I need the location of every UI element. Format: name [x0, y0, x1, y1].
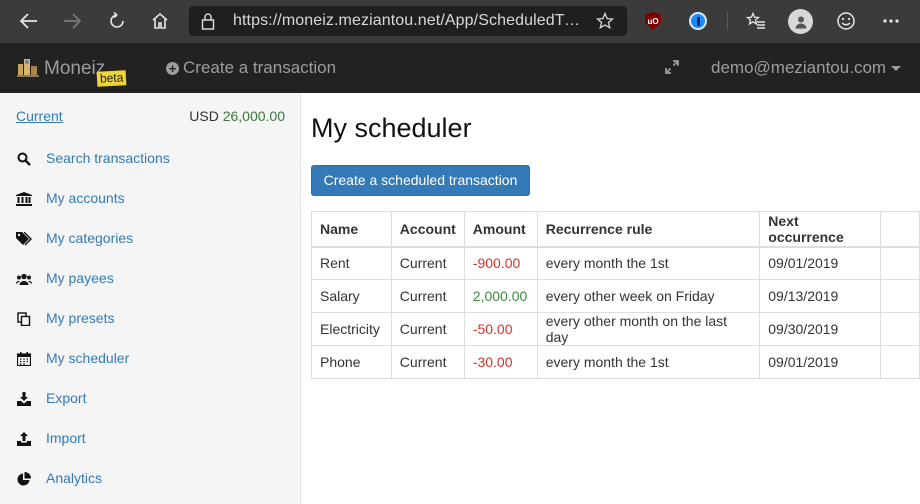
create-transaction-label: Create a transaction [183, 58, 337, 77]
sidebar-item-label: Import [46, 430, 86, 446]
balance-currency: USD [189, 108, 219, 124]
cell-name: Phone [311, 345, 392, 379]
column-header-amount: Amount [463, 211, 538, 248]
table-row[interactable]: Salary Current 2,000.00 every other week… [311, 279, 920, 313]
cell-name: Salary [311, 279, 392, 313]
cell-next-occurrence: 09/01/2019 [759, 345, 882, 379]
cell-name: Rent [311, 246, 392, 280]
sidebar-item-my-payees[interactable]: My payees [0, 259, 300, 299]
scheduled-transactions-table: Name Account Amount Recurrence rule Next… [311, 211, 920, 379]
calendar-icon [16, 351, 32, 367]
sidebar-item-search-transactions[interactable]: Search transactions [0, 139, 300, 179]
table-header-row: Name Account Amount Recurrence rule Next… [311, 211, 920, 248]
sidebar-item-label: My presets [46, 310, 115, 326]
cell-amount: -900.00 [463, 246, 538, 280]
cell-next-occurrence: 09/30/2019 [759, 312, 882, 346]
lock-icon[interactable] [201, 12, 215, 30]
cell-recurrence-rule: every month the 1st [536, 246, 761, 280]
column-header-account: Account [390, 211, 465, 248]
sidebar-item-my-scheduler[interactable]: My scheduler [0, 339, 300, 379]
current-account-link[interactable]: Current [16, 108, 63, 124]
cell-recurrence-rule: every month the 1st [536, 345, 761, 379]
cell-amount: 2,000.00 [463, 279, 538, 313]
refresh-icon[interactable] [104, 8, 130, 34]
cell-account: Current [390, 312, 465, 346]
table-row[interactable]: Phone Current -30.00 every month the 1st… [311, 345, 920, 379]
column-header-actions [880, 211, 920, 248]
sidebar: Current USD 26,000.00 Search transaction… [0, 93, 301, 504]
fullscreen-expand-icon[interactable] [664, 59, 680, 80]
feedback-smiley-icon[interactable] [834, 9, 858, 33]
sidebar-item-my-accounts[interactable]: My accounts [0, 179, 300, 219]
cell-next-occurrence: 09/01/2019 [759, 246, 882, 280]
column-header-name: Name [311, 211, 392, 248]
address-bar[interactable]: https://moneiz.meziantou.net/App/Schedul… [189, 6, 627, 36]
home-icon[interactable] [147, 8, 173, 34]
plus-circle-icon: + [166, 61, 179, 75]
url-text[interactable]: https://moneiz.meziantou.net/App/Schedul… [233, 12, 585, 32]
favorites-list-icon[interactable] [744, 9, 768, 33]
app-navbar: Moneiz beta + Create a transaction demo@… [0, 43, 920, 93]
upload-icon [16, 431, 32, 447]
toolbar-divider [727, 12, 728, 30]
password-manager-extension-icon[interactable] [686, 9, 710, 33]
tags-icon [16, 231, 32, 247]
balance-amount: 26,000.00 [222, 108, 285, 124]
sidebar-item-label: My accounts [46, 190, 125, 206]
create-transaction-link[interactable]: + Create a transaction [166, 58, 336, 78]
cell-actions [880, 345, 920, 379]
more-options-icon[interactable] [879, 9, 903, 33]
users-icon [16, 271, 32, 287]
column-header-next-occurrence: Next occurrence [759, 211, 882, 248]
account-balance: USD 26,000.00 [189, 108, 285, 124]
sidebar-item-label: My scheduler [46, 350, 130, 366]
piggy-bank-logo-icon [16, 56, 40, 83]
user-email: demo@meziantou.com [711, 58, 887, 77]
cell-next-occurrence: 09/13/2019 [759, 279, 882, 313]
cell-amount: -50.00 [463, 312, 538, 346]
sidebar-item-analytics[interactable]: Analytics [0, 459, 300, 499]
sidebar-item-export[interactable]: Export [0, 379, 300, 419]
main-content: My scheduler Create a scheduled transact… [301, 93, 920, 504]
cell-account: Current [390, 345, 465, 379]
cell-recurrence-rule: every other month on the last day [536, 312, 761, 346]
cell-actions [880, 279, 920, 313]
table-row[interactable]: Electricity Current -50.00 every other m… [311, 312, 920, 346]
user-menu-dropdown[interactable]: demo@meziantou.com [711, 58, 902, 78]
bank-icon [16, 191, 32, 207]
cell-account: Current [390, 279, 465, 313]
brand-link[interactable]: Moneiz [16, 56, 105, 82]
sidebar-item-my-presets[interactable]: My presets [0, 299, 300, 339]
sidebar-item-import[interactable]: Import [0, 419, 300, 459]
profile-avatar-icon[interactable] [788, 9, 813, 34]
caret-down-icon [891, 65, 902, 71]
ublock-extension-icon[interactable]: uO [641, 9, 665, 33]
sidebar-item-label: My categories [46, 230, 134, 246]
create-scheduled-transaction-button[interactable]: Create a scheduled transaction [311, 165, 530, 196]
column-header-recurrence-rule: Recurrence rule [536, 211, 761, 248]
sidebar-item-my-categories[interactable]: My categories [0, 219, 300, 259]
page-title: My scheduler [311, 113, 472, 143]
browser-toolbar: https://moneiz.meziantou.net/App/Schedul… [0, 0, 920, 43]
sidebar-item-label: Analytics [46, 470, 103, 486]
sidebar-item-label: Export [46, 390, 87, 406]
download-icon [16, 391, 32, 407]
forward-arrow-icon[interactable] [59, 8, 85, 34]
cell-actions [880, 312, 920, 346]
copy-icon [16, 311, 32, 327]
pie-chart-icon [16, 471, 32, 487]
cell-recurrence-rule: every other week on Friday [536, 279, 761, 313]
favorite-star-icon[interactable] [596, 12, 614, 30]
search-icon [16, 151, 32, 167]
table-row[interactable]: Rent Current -900.00 every month the 1st… [311, 246, 920, 280]
cell-account: Current [390, 246, 465, 280]
sidebar-item-label: My payees [46, 270, 114, 286]
cell-actions [880, 246, 920, 280]
back-arrow-icon[interactable] [16, 8, 42, 34]
sidebar-item-label: Search transactions [46, 150, 170, 166]
beta-badge: beta [96, 70, 127, 87]
cell-name: Electricity [311, 312, 392, 346]
cell-amount: -30.00 [463, 345, 538, 379]
